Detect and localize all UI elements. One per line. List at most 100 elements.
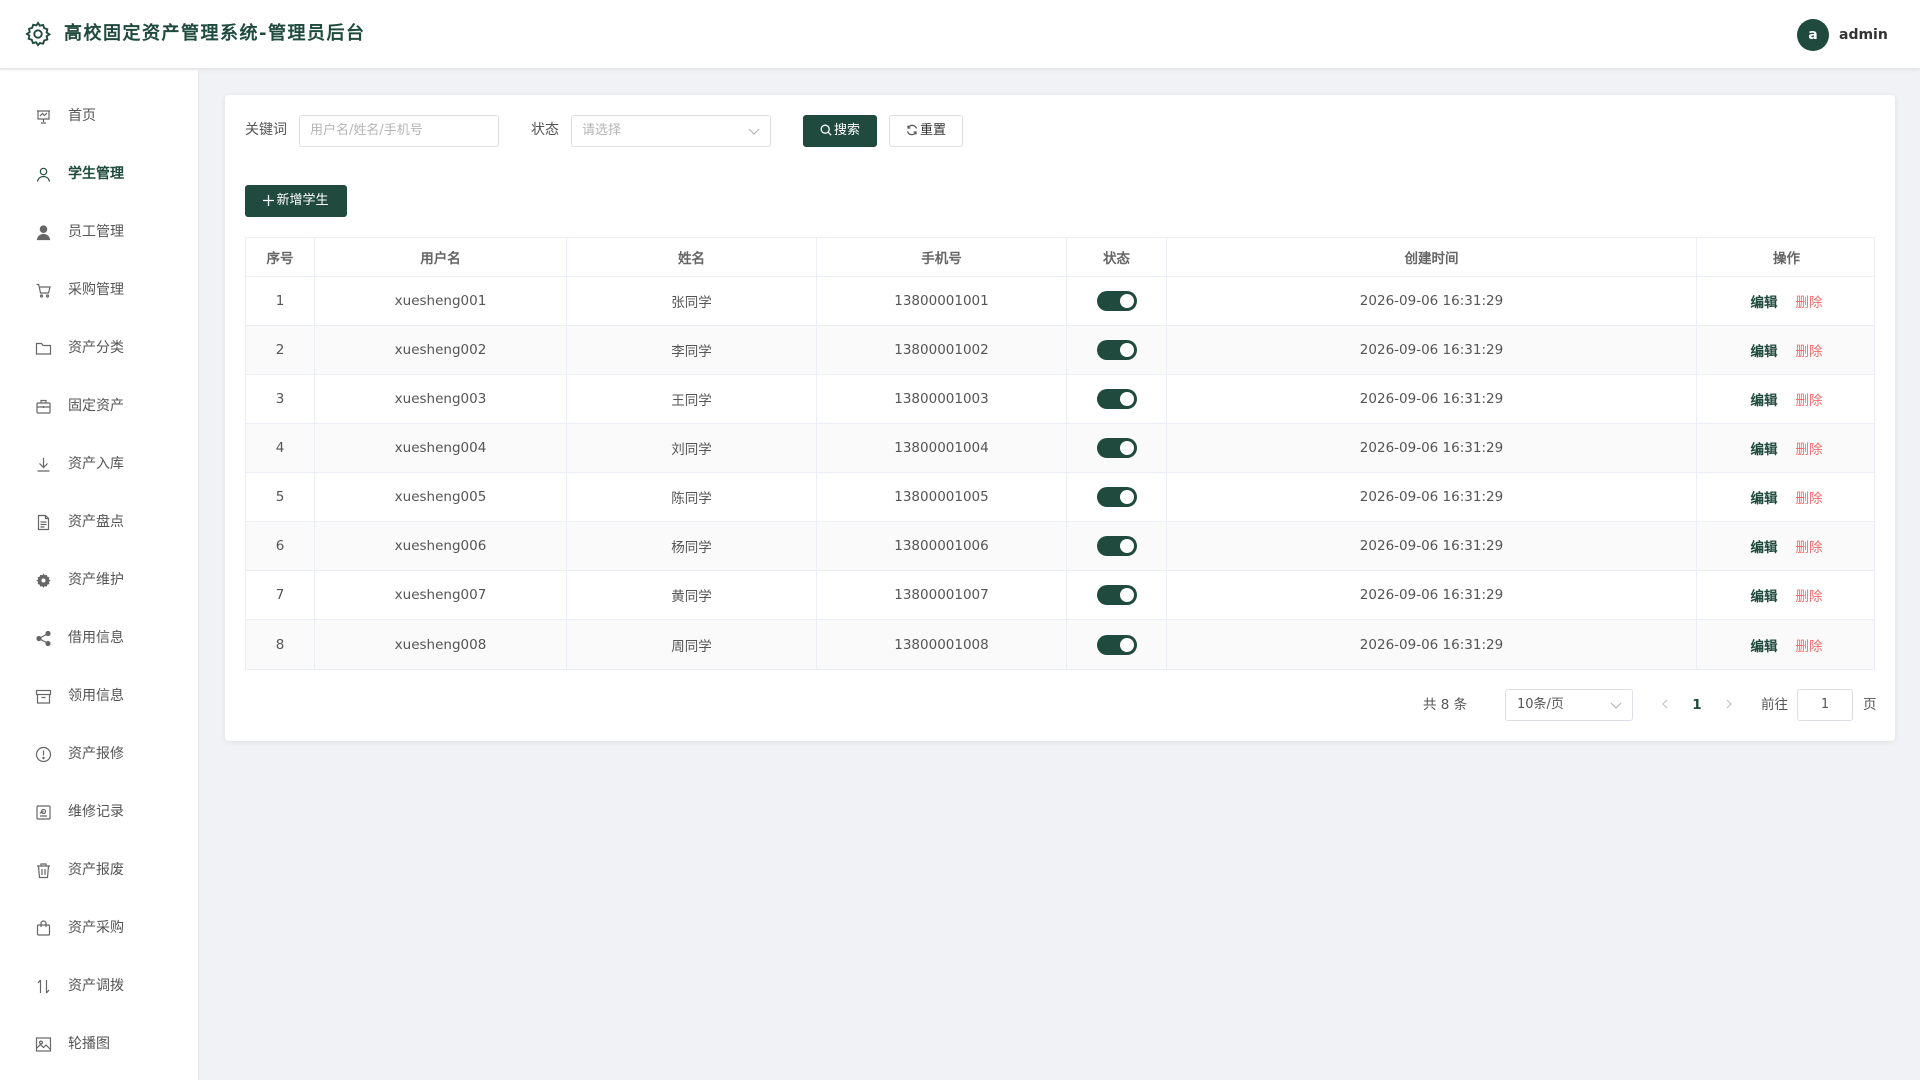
- sidebar-item-3[interactable]: 采购管理: [0, 261, 198, 319]
- cell-phone: 13800001007: [817, 571, 1067, 619]
- reset-button-label: 重置: [919, 123, 946, 138]
- cell-status: [1067, 522, 1167, 570]
- search-icon: [820, 124, 832, 136]
- cell-actions: 编辑 删除: [1697, 375, 1876, 423]
- status-toggle[interactable]: [1096, 487, 1137, 507]
- sidebar-item-0[interactable]: 首页: [0, 87, 198, 145]
- sidebar-item-label: 资产采购: [68, 920, 124, 936]
- reset-button[interactable]: 重置: [889, 115, 963, 147]
- sidebar-item-7[interactable]: 资产盘点: [0, 493, 198, 551]
- sidebar-item-5[interactable]: 固定资产: [0, 377, 198, 435]
- sidebar-item-9[interactable]: 借用信息: [0, 609, 198, 667]
- sidebar-item-10[interactable]: 领用信息: [0, 667, 198, 725]
- cell-index: 2: [246, 326, 315, 374]
- cell-index: 5: [246, 473, 315, 521]
- status-toggle[interactable]: [1096, 389, 1137, 409]
- sidebar-item-4[interactable]: 资产分类: [0, 319, 198, 377]
- delete-button[interactable]: 删除: [1796, 635, 1823, 655]
- sidebar-item-1[interactable]: 学生管理: [0, 145, 198, 203]
- status-toggle[interactable]: [1096, 340, 1137, 360]
- delete-button[interactable]: 删除: [1796, 585, 1823, 605]
- username-label[interactable]: admin: [1839, 24, 1888, 46]
- cell-status: [1067, 620, 1167, 669]
- delete-button[interactable]: 删除: [1796, 536, 1823, 556]
- edit-button[interactable]: 编辑: [1751, 635, 1778, 655]
- cell-index: 8: [246, 620, 315, 669]
- search-button[interactable]: 搜索: [803, 115, 877, 147]
- sidebar-item-11[interactable]: 资产报修: [0, 725, 198, 783]
- sidebar-item-14[interactable]: 资产采购: [0, 899, 198, 957]
- avatar[interactable]: a: [1797, 19, 1829, 51]
- delete-button[interactable]: 删除: [1796, 487, 1823, 507]
- delete-button[interactable]: 删除: [1796, 389, 1823, 409]
- edit-button[interactable]: 编辑: [1751, 291, 1778, 311]
- sidebar-item-label: 资产入库: [68, 456, 124, 472]
- status-toggle[interactable]: [1096, 291, 1137, 311]
- top-header: 高校固定资产管理系统-管理员后台 a admin: [0, 0, 1920, 69]
- cell-actions: 编辑 删除: [1697, 571, 1876, 619]
- document-icon: [37, 514, 50, 531]
- cell-phone: 13800001001: [817, 277, 1067, 325]
- page-size-select[interactable]: 10条/页: [1505, 689, 1633, 721]
- goto-page-input[interactable]: 1: [1797, 689, 1853, 721]
- sidebar-item-label: 资产分类: [68, 340, 124, 356]
- cell-username: xuesheng004: [315, 424, 567, 472]
- pagination-total: 共 8 条: [1423, 697, 1468, 713]
- next-page-button[interactable]: [1719, 689, 1739, 721]
- sidebar-item-2[interactable]: 员工管理: [0, 203, 198, 261]
- cell-name: 周同学: [567, 620, 817, 669]
- sidebar-item-12[interactable]: 维修记录: [0, 783, 198, 841]
- col-index-header: 序号: [246, 238, 315, 276]
- status-toggle[interactable]: [1096, 536, 1137, 556]
- table-row: 3 xuesheng003 王同学 13800001003 2026-09-06 16:…: [246, 375, 1874, 424]
- edit-button[interactable]: 编辑: [1751, 389, 1778, 409]
- cell-username: xuesheng006: [315, 522, 567, 570]
- sidebar-item-8[interactable]: 资产维护: [0, 551, 198, 609]
- delete-button[interactable]: 删除: [1796, 340, 1823, 360]
- sidebar-item-label: 轮播图: [68, 1036, 110, 1052]
- cell-phone: 13800001006: [817, 522, 1067, 570]
- sidebar-item-16[interactable]: 轮播图: [0, 1015, 198, 1073]
- user-filled-icon: [36, 225, 51, 241]
- cell-name: 王同学: [567, 375, 817, 423]
- sidebar-item-15[interactable]: 资产调拨: [0, 957, 198, 1015]
- sidebar-item-label: 固定资产: [68, 398, 124, 414]
- cell-index: 1: [246, 277, 315, 325]
- col-phone-header: 手机号: [817, 238, 1067, 276]
- status-toggle[interactable]: [1096, 438, 1137, 458]
- cell-actions: 编辑 删除: [1697, 522, 1876, 570]
- cell-phone: 13800001004: [817, 424, 1067, 472]
- prev-page-button[interactable]: [1655, 689, 1675, 721]
- presentation-chart-icon: [37, 110, 50, 124]
- status-toggle[interactable]: [1096, 634, 1137, 655]
- page-number-current[interactable]: 1: [1685, 689, 1709, 721]
- cell-name: 杨同学: [567, 522, 817, 570]
- edit-button[interactable]: 编辑: [1751, 340, 1778, 360]
- keyword-input[interactable]: [310, 123, 498, 138]
- keyword-label: 关键词: [245, 122, 287, 138]
- cell-phone: 13800001003: [817, 375, 1067, 423]
- sidebar-item-label: 采购管理: [68, 282, 124, 298]
- cell-created: 2026-09-06 16:31:29: [1167, 277, 1697, 325]
- cell-actions: 编辑 删除: [1697, 424, 1876, 472]
- sidebar-item-6[interactable]: 资产入库: [0, 435, 198, 493]
- warning-circle-icon: [35, 746, 52, 763]
- edit-button[interactable]: 编辑: [1751, 585, 1778, 605]
- keyword-input-box[interactable]: [299, 115, 499, 147]
- main-card: 关键词 状态 请选择 搜索 重置 新增学生 序号用户名姓名手机号状态创建时间操作…: [225, 95, 1895, 741]
- table-row: 5 xuesheng005 陈同学 13800001005 2026-09-06 16:…: [246, 473, 1874, 522]
- delete-button[interactable]: 删除: [1796, 438, 1823, 458]
- status-select[interactable]: 请选择: [571, 115, 771, 147]
- status-toggle[interactable]: [1096, 585, 1137, 605]
- col-username-header: 用户名: [315, 238, 567, 276]
- edit-button[interactable]: 编辑: [1751, 536, 1778, 556]
- chevron-left-icon: [1662, 699, 1668, 709]
- edit-button[interactable]: 编辑: [1751, 487, 1778, 507]
- sidebar-item-13[interactable]: 资产报废: [0, 841, 198, 899]
- delete-button[interactable]: 删除: [1796, 291, 1823, 311]
- edit-button[interactable]: 编辑: [1751, 438, 1778, 458]
- add-student-button[interactable]: 新增学生: [245, 185, 347, 217]
- sidebar-item-label: 资产维护: [68, 572, 124, 588]
- share-icon: [36, 630, 51, 647]
- cell-username: xuesheng007: [315, 571, 567, 619]
